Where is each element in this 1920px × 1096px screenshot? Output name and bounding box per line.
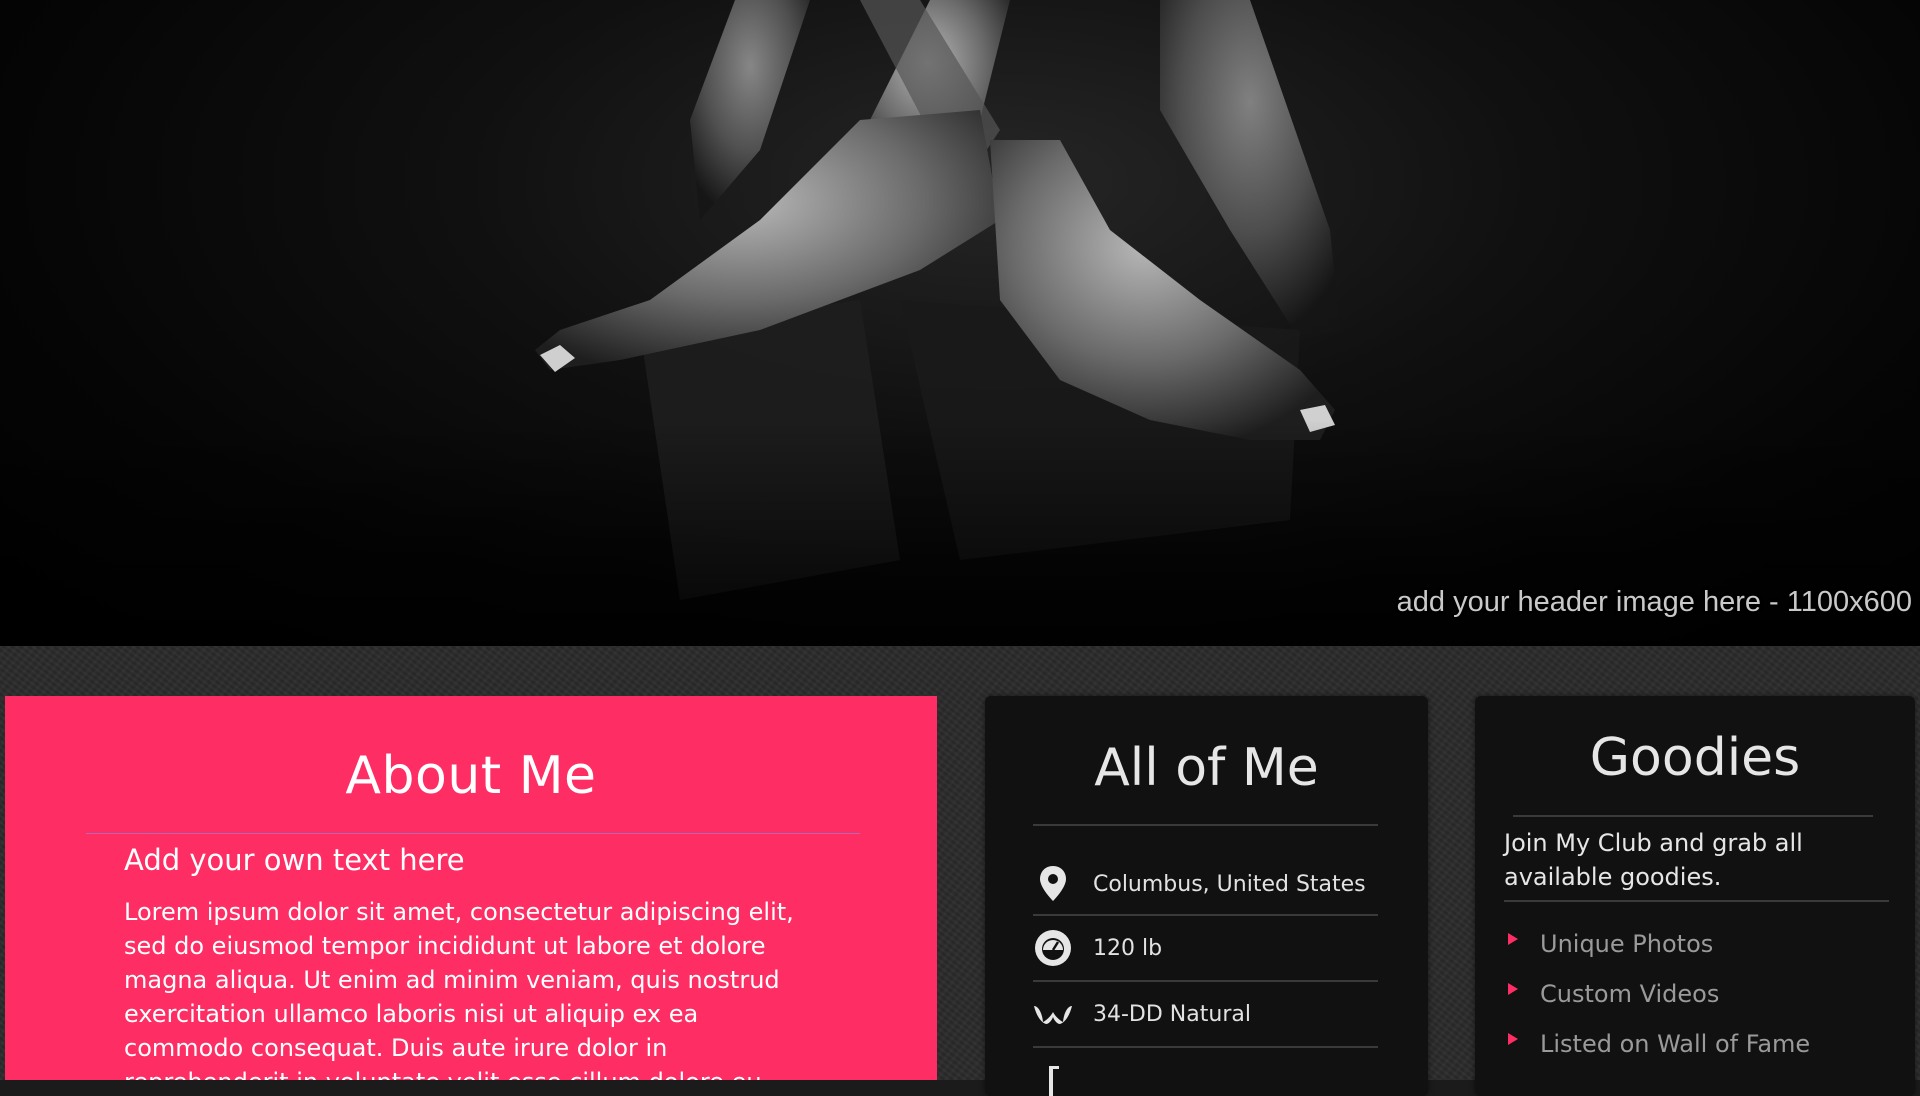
all-of-me-panel: All of Me Columbus, United States 120 lb… <box>985 696 1428 1096</box>
goodies-panel: Goodies Join My Club and grab all availa… <box>1475 696 1915 1096</box>
goodie-item[interactable]: Custom Videos <box>1504 978 1810 1028</box>
triangle-bullet-icon <box>1508 983 1518 995</box>
goodie-item[interactable]: Unique Photos <box>1504 928 1810 978</box>
about-me-body: Lorem ipsum dolor sit amet, consectetur … <box>124 898 794 1080</box>
about-me-divider <box>86 833 860 834</box>
about-me-panel: About Me Add your own text here Lorem ip… <box>5 696 937 1080</box>
header-photo <box>0 0 1920 646</box>
height-icon <box>1033 1060 1073 1096</box>
all-of-me-divider <box>1033 824 1378 826</box>
goodies-list: Unique Photos Custom Videos Listed on Wa… <box>1504 928 1810 1078</box>
all-of-me-title: All of Me <box>1094 738 1319 798</box>
stat-weight-text: 120 lb <box>1093 936 1163 961</box>
goodie-item-label: Custom Videos <box>1540 980 1720 1008</box>
stat-weight: 120 lb <box>1033 916 1378 982</box>
about-me-title: About Me <box>345 746 597 806</box>
header-image: add your header image here - 1100x600 <box>0 0 1920 646</box>
stat-location-text: Columbus, United States <box>1093 872 1366 897</box>
goodie-item-label: Unique Photos <box>1540 930 1714 958</box>
stat-measurements: 34-DD Natural <box>1033 982 1378 1048</box>
triangle-bullet-icon <box>1508 933 1518 945</box>
goodie-item[interactable]: Listed on Wall of Fame <box>1504 1028 1810 1078</box>
goodies-divider <box>1513 815 1873 817</box>
about-me-subtitle: Add your own text here <box>124 843 465 877</box>
goodies-title: Goodies <box>1589 728 1801 788</box>
location-pin-icon <box>1033 864 1073 904</box>
goodies-intro: Join My Club and grab all available good… <box>1504 829 1803 891</box>
triangle-bullet-icon <box>1508 1033 1518 1045</box>
header-placeholder-caption: add your header image here - 1100x600 <box>1396 586 1912 618</box>
goodies-intro-divider <box>1504 900 1889 902</box>
goodie-item-label: Listed on Wall of Fame <box>1540 1030 1811 1058</box>
stat-measurements-text: 34-DD Natural <box>1093 1002 1251 1027</box>
stat-location: Columbus, United States <box>1033 860 1378 916</box>
stat-height <box>1033 1048 1378 1096</box>
bra-icon <box>1033 994 1073 1034</box>
stats-list: Columbus, United States 120 lb 34-DD Nat… <box>1033 860 1378 1096</box>
weight-scale-icon <box>1033 928 1073 968</box>
